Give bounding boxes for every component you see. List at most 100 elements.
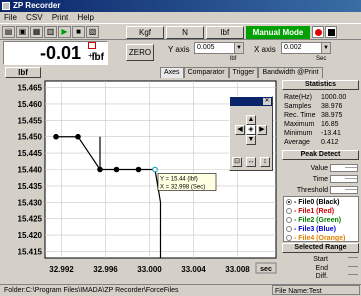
- x-unit-label: sec: [260, 266, 272, 273]
- y-axis-value: 0.005: [197, 44, 215, 51]
- file-radio[interactable]: - File0 (Black): [286, 198, 340, 207]
- record-icon: [315, 29, 322, 36]
- unit-kgf-button[interactable]: Kgf: [126, 26, 164, 39]
- tab-bandwidth-print[interactable]: Bandwidth @Print: [258, 67, 323, 78]
- pan-right-icon[interactable]: ▶: [257, 125, 267, 135]
- file-radio[interactable]: - File3 (Blue): [286, 225, 336, 234]
- record-button[interactable]: [312, 26, 324, 38]
- menu-help[interactable]: Help: [78, 13, 94, 22]
- radio-icon: [286, 208, 292, 214]
- range-value: -----: [348, 255, 358, 261]
- x-tick-label: 33.000: [137, 265, 162, 274]
- zoom-y-icon[interactable]: ↕: [260, 157, 270, 167]
- zoom-fit-icon[interactable]: ⊡: [232, 157, 242, 167]
- unit-n-button[interactable]: N: [166, 26, 204, 39]
- battery-icon: [88, 42, 96, 49]
- peak-row: Time ------: [284, 175, 358, 184]
- statistics-header: Statistics: [282, 80, 359, 90]
- selected-range-header: Selected Range: [282, 243, 359, 253]
- y-tick-label: 15.415: [18, 247, 43, 256]
- x-tick-label: 32.992: [49, 265, 74, 274]
- chevron-down-icon: ▼: [321, 43, 330, 53]
- tab-axes[interactable]: Axes: [160, 67, 184, 78]
- y-tick-label: 15.420: [18, 231, 43, 240]
- save-icon[interactable]: ▣: [16, 26, 29, 38]
- file-label: - File1 (Red): [294, 208, 335, 215]
- range-row: Start -----: [284, 255, 358, 264]
- file-radio[interactable]: - File4 (Orange): [286, 234, 345, 243]
- y-tick-label: 15.445: [18, 149, 43, 158]
- open-folder-icon[interactable]: ▤: [2, 26, 15, 38]
- radio-icon: [286, 217, 292, 223]
- settings-tabs: Axes Comparator Trigger Bandwidth @Print: [160, 67, 323, 78]
- range-value: -----: [348, 264, 358, 270]
- file-radio[interactable]: - File1 (Red): [286, 207, 334, 216]
- tab-trigger[interactable]: Trigger: [228, 67, 259, 78]
- sign-toggle[interactable]: +/-: [88, 42, 106, 60]
- grid-icon[interactable]: ▧: [86, 26, 99, 38]
- stats-panel: Statistics Rate(Hz) 1000.00 Samples 38.976…: [282, 80, 360, 280]
- y-tick-label: 15.435: [18, 182, 43, 191]
- zoom-x-icon[interactable]: ↔: [246, 157, 256, 167]
- stat-key: Average: [284, 139, 310, 146]
- stat-key: Minimum: [284, 130, 313, 137]
- file-radio[interactable]: - File2 (Green): [286, 216, 341, 225]
- range-value: -----: [348, 272, 358, 278]
- pan-down-icon[interactable]: ▼: [246, 135, 256, 145]
- pan-up-icon[interactable]: ▲: [246, 115, 256, 125]
- stat-row: Maximum 16.85: [284, 120, 358, 129]
- stat-row: Average 0.412: [284, 138, 358, 147]
- data-point: [75, 133, 81, 140]
- tooltip-y: Y = 15.44 (lbf): [160, 177, 198, 183]
- zero-button[interactable]: ZERO: [126, 44, 154, 61]
- stop-icon[interactable]: ■: [72, 26, 85, 38]
- menu-file[interactable]: File: [4, 13, 17, 22]
- data-point: [53, 133, 59, 140]
- y-tick-label: 15.460: [18, 100, 43, 109]
- close-icon[interactable]: ✕: [263, 98, 271, 105]
- stat-value: -13.41: [321, 130, 341, 137]
- plusminus-label: +/-: [88, 51, 98, 60]
- stat-key: Rate(Hz): [284, 94, 313, 101]
- zoom-icon[interactable]: ◈: [246, 125, 256, 135]
- title-bar: ZP Recorder: [0, 0, 361, 12]
- unit-lbf-button[interactable]: lbf: [206, 26, 244, 39]
- status-bar: Folder:C:\Program Files\IMADA\ZP Recorde…: [0, 284, 361, 296]
- peak-value: ------: [330, 164, 358, 172]
- radio-icon: [286, 235, 292, 241]
- manual-mode-indicator[interactable]: Manual Mode: [246, 26, 310, 39]
- unit-tag: lbf: [5, 67, 41, 78]
- x-axis-select[interactable]: 0.002 ▼: [281, 42, 331, 54]
- tooltip-x: X = 32.998 (Sec): [160, 185, 205, 191]
- pan-left-icon[interactable]: ◀: [235, 125, 245, 135]
- radio-icon: [286, 226, 292, 232]
- y-axis-select[interactable]: 0.005 ▼: [194, 42, 244, 54]
- peak-row: Value ------: [284, 164, 358, 173]
- stat-row: Samples 38.976: [284, 102, 358, 111]
- app-icon: [2, 2, 10, 10]
- stat-key: Rec. Time: [284, 112, 316, 119]
- stat-row: Minimum -13.41: [284, 129, 358, 138]
- menu-print[interactable]: Print: [52, 13, 68, 22]
- menu-bar: File CSV Print Help: [0, 12, 361, 23]
- settings-icon[interactable]: ▦: [30, 26, 43, 38]
- x-axis-label: X axis: [254, 45, 276, 54]
- menu-csv[interactable]: CSV: [26, 13, 42, 22]
- stat-row: Rec. Time 38.975: [284, 111, 358, 120]
- x-tick-label: 33.004: [181, 265, 206, 274]
- window-title: ZP Recorder: [13, 1, 61, 10]
- play-icon[interactable]: ▶: [58, 26, 71, 38]
- y-tick-label: 15.425: [18, 215, 43, 224]
- x-axis-unit: Sec: [316, 56, 327, 62]
- stat-value: 38.976: [321, 103, 343, 110]
- y-axis-unit: lbf: [230, 56, 237, 62]
- peak-value: ------: [330, 175, 358, 183]
- peak-detect-header: Peak Detect: [282, 150, 359, 160]
- stat-value: 38.975: [321, 112, 343, 119]
- stop-record-button[interactable]: [325, 26, 337, 38]
- y-tick-label: 15.440: [18, 166, 43, 175]
- tab-comparator[interactable]: Comparator: [183, 67, 229, 78]
- stat-row: Rate(Hz) 1000.00: [284, 93, 358, 102]
- table-icon[interactable]: ▥: [44, 26, 57, 38]
- y-tick-label: 15.430: [18, 198, 43, 207]
